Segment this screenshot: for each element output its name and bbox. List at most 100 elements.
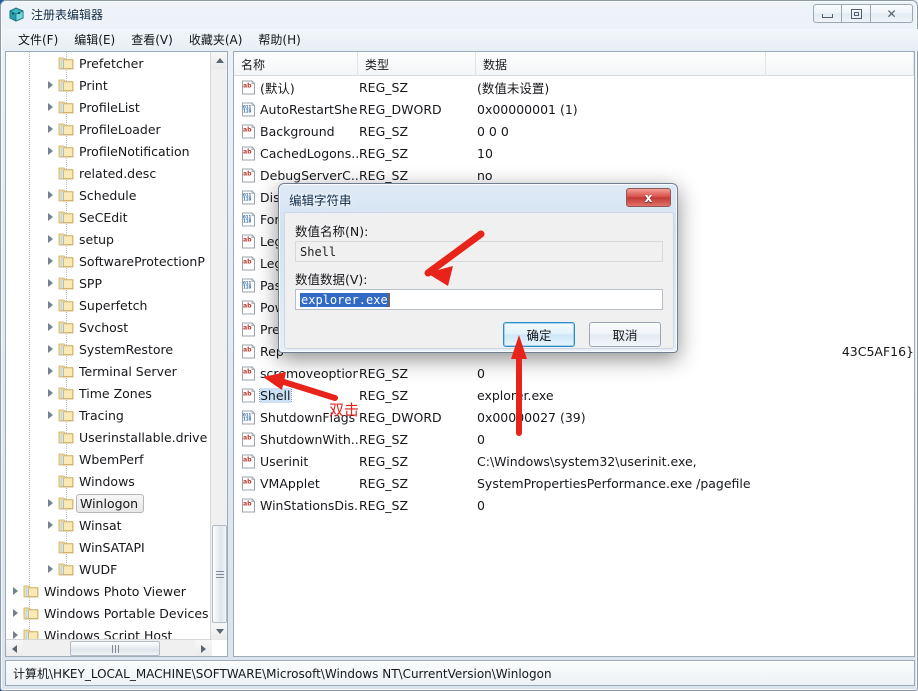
tree-scroll-thumb[interactable] bbox=[212, 525, 227, 623]
expand-arrow-icon[interactable] bbox=[44, 558, 58, 580]
column-header-data[interactable]: 数据 bbox=[476, 52, 766, 76]
value-row[interactable]: ab ShutdownWith... REG_SZ 0 bbox=[234, 428, 914, 450]
value-data-input[interactable]: explorer.exe bbox=[295, 289, 663, 310]
tree-item-windows-portable-devices[interactable]: Windows Portable Devices bbox=[6, 602, 212, 624]
scroll-right-button[interactable] bbox=[195, 640, 212, 656]
value-name-text: WinStationsDis... bbox=[260, 497, 358, 513]
expand-arrow-icon[interactable] bbox=[44, 360, 58, 382]
menu-favorites[interactable]: 收藏夹(A) bbox=[183, 29, 253, 51]
tree-item-svchost[interactable]: Svchost bbox=[6, 316, 212, 338]
tree-item-spp[interactable]: SPP bbox=[6, 272, 212, 294]
tree-item-setup[interactable]: setup bbox=[6, 228, 212, 250]
tree-item-windows-photo-viewer[interactable]: Windows Photo Viewer bbox=[6, 580, 212, 602]
dialog-ok-button[interactable]: 确定 bbox=[503, 322, 575, 347]
tree-item-profileloader[interactable]: ProfileLoader bbox=[6, 118, 212, 140]
tree-item-wudf[interactable]: WUDF bbox=[6, 558, 212, 580]
scroll-left-button[interactable] bbox=[6, 640, 23, 656]
tree-vertical-scrollbar[interactable] bbox=[210, 52, 227, 640]
svg-text:ab: ab bbox=[243, 346, 252, 353]
tree-item-softwareprotectionp[interactable]: SoftwareProtectionP bbox=[6, 250, 212, 272]
tree-item-print[interactable]: Print bbox=[6, 74, 212, 96]
value-row[interactable]: ab CachedLogons... REG_SZ 10 bbox=[234, 142, 914, 164]
value-name-input[interactable]: Shell bbox=[295, 241, 663, 262]
value-type-cell: REG_SZ bbox=[359, 453, 409, 469]
expand-arrow-icon[interactable] bbox=[44, 140, 58, 162]
tree-hscroll-thumb[interactable] bbox=[70, 641, 160, 656]
minimize-button[interactable] bbox=[813, 4, 842, 23]
value-row[interactable]: ab WinStationsDis... REG_SZ 0 bbox=[234, 494, 914, 516]
tree-item-schedule[interactable]: Schedule bbox=[6, 184, 212, 206]
tree-item-terminal-server[interactable]: Terminal Server bbox=[6, 360, 212, 382]
svg-text:110: 110 bbox=[243, 108, 252, 114]
tree-item-winlogon[interactable]: Winlogon bbox=[6, 492, 212, 514]
folder-icon bbox=[58, 474, 74, 488]
scroll-up-button[interactable] bbox=[211, 52, 227, 69]
expand-arrow-icon[interactable] bbox=[44, 272, 58, 294]
tree-item-userinstallable-drive[interactable]: Userinstallable.drive bbox=[6, 426, 212, 448]
tree-item-profilelist[interactable]: ProfileList bbox=[6, 96, 212, 118]
menu-help[interactable]: 帮助(H) bbox=[252, 29, 310, 51]
string-value-icon: ab bbox=[241, 123, 256, 139]
column-header-name[interactable]: 名称 bbox=[234, 52, 358, 76]
scroll-down-button[interactable] bbox=[211, 623, 227, 640]
svg-text:110: 110 bbox=[243, 196, 252, 202]
expand-arrow-icon[interactable] bbox=[44, 184, 58, 206]
maximize-button[interactable] bbox=[842, 4, 871, 23]
tree-item-profilenotification[interactable]: ProfileNotification bbox=[6, 140, 212, 162]
value-name-text: Background bbox=[260, 123, 335, 139]
expand-arrow-icon[interactable] bbox=[44, 294, 58, 316]
tree-item-label: WUDF bbox=[79, 561, 118, 577]
expand-arrow-icon[interactable] bbox=[44, 316, 58, 338]
value-row[interactable]: ab (默认) REG_SZ (数值未设置) bbox=[234, 76, 914, 98]
expand-arrow-icon[interactable] bbox=[44, 404, 58, 426]
tree-item-windows[interactable]: Windows bbox=[6, 470, 212, 492]
tree-item-wbemperf[interactable]: WbemPerf bbox=[6, 448, 212, 470]
expand-arrow-icon[interactable] bbox=[9, 624, 23, 640]
string-value-icon: ab bbox=[241, 167, 256, 183]
tree-item-label: ProfileList bbox=[79, 99, 140, 115]
tree-item-windows-script-host[interactable]: Windows Script Host bbox=[6, 624, 212, 640]
close-button[interactable]: ✕ bbox=[871, 4, 913, 23]
value-row[interactable]: 011 110 AutoRestartShell REG_DWORD 0x0000000… bbox=[234, 98, 914, 120]
folder-icon bbox=[58, 540, 74, 554]
tree-item-tracing[interactable]: Tracing bbox=[6, 404, 212, 426]
tree-item-systemrestore[interactable]: SystemRestore bbox=[6, 338, 212, 360]
value-row[interactable]: ab scremoveoption REG_SZ 0 bbox=[234, 362, 914, 384]
main-content: Prefetcher Print ProfileList ProfileLoader P… bbox=[5, 51, 915, 657]
expand-arrow-icon[interactable] bbox=[44, 492, 58, 514]
menu-edit[interactable]: 编辑(E) bbox=[68, 29, 125, 51]
value-row[interactable]: ab VMApplet REG_SZ SystemPropertiesPerforma… bbox=[234, 472, 914, 494]
column-header-filler[interactable] bbox=[766, 52, 914, 76]
svg-text:ab: ab bbox=[243, 258, 252, 265]
expand-arrow-icon[interactable] bbox=[44, 382, 58, 404]
value-row[interactable]: ab Userinit REG_SZ C:\Windows\system32\user… bbox=[234, 450, 914, 472]
tree-item-winsatapi[interactable]: WinSATAPI bbox=[6, 536, 212, 558]
expand-arrow-icon[interactable] bbox=[44, 74, 58, 96]
tree-horizontal-scrollbar[interactable] bbox=[6, 639, 212, 656]
value-type-cell: REG_SZ bbox=[359, 431, 409, 447]
dialog-cancel-button[interactable]: 取消 bbox=[589, 322, 661, 347]
dialog-close-button[interactable]: x bbox=[626, 188, 671, 207]
tree-item-related-desc[interactable]: related.desc bbox=[6, 162, 212, 184]
tree-item-superfetch[interactable]: Superfetch bbox=[6, 294, 212, 316]
value-row[interactable]: ab Background REG_SZ 0 0 0 bbox=[234, 120, 914, 142]
tree-item-winsat[interactable]: Winsat bbox=[6, 514, 212, 536]
menu-file[interactable]: 文件(F) bbox=[12, 29, 68, 51]
dword-value-icon: 011 110 bbox=[241, 409, 256, 425]
menu-view[interactable]: 查看(V) bbox=[125, 29, 183, 51]
expand-arrow-icon[interactable] bbox=[44, 338, 58, 360]
expand-arrow-icon[interactable] bbox=[44, 206, 58, 228]
tree-item-prefetcher[interactable]: Prefetcher bbox=[6, 52, 212, 74]
registry-tree[interactable]: Prefetcher Print ProfileList ProfileLoader P… bbox=[6, 52, 212, 640]
expand-arrow-icon[interactable] bbox=[44, 514, 58, 536]
tree-item-time-zones[interactable]: Time Zones bbox=[6, 382, 212, 404]
tree-item-label: SPP bbox=[79, 275, 103, 291]
column-header-type[interactable]: 类型 bbox=[358, 52, 476, 76]
expand-arrow-icon[interactable] bbox=[44, 96, 58, 118]
expand-arrow-icon[interactable] bbox=[44, 118, 58, 140]
expand-arrow-icon[interactable] bbox=[44, 250, 58, 272]
expand-arrow-icon[interactable] bbox=[9, 580, 23, 602]
expand-arrow-icon[interactable] bbox=[44, 228, 58, 250]
expand-arrow-icon[interactable] bbox=[9, 602, 23, 624]
tree-item-secedit[interactable]: SeCEdit bbox=[6, 206, 212, 228]
